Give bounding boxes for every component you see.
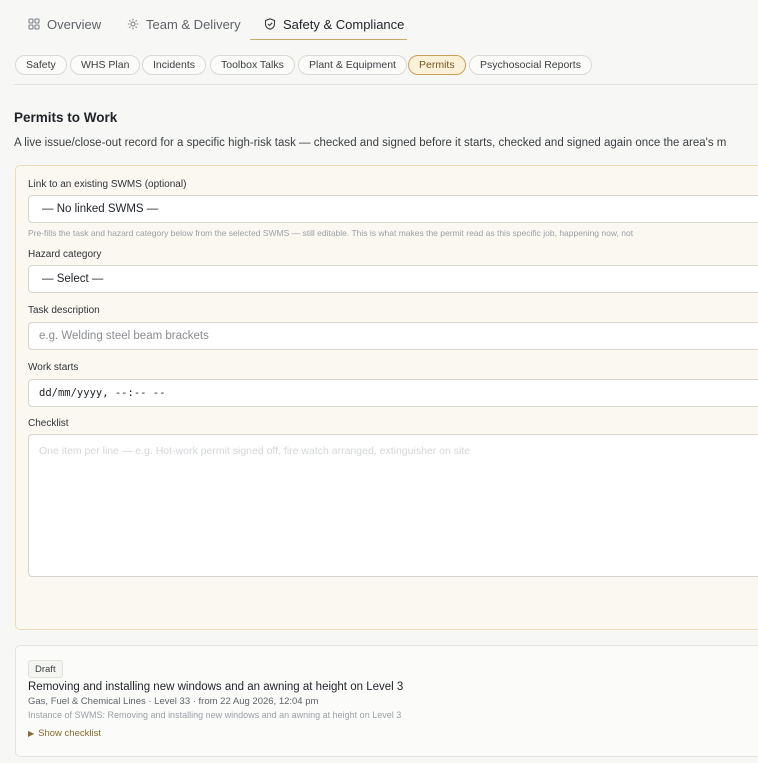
shield-icon: [264, 18, 276, 30]
work-starts-value: dd/mm/yyyy, --:-- --: [39, 387, 166, 399]
swms-hint: Pre-fills the task and hazard category b…: [28, 228, 634, 238]
subtab-safety[interactable]: Safety: [15, 55, 67, 75]
grid-icon: [28, 18, 40, 30]
hazard-category-select[interactable]: — Select —: [28, 265, 758, 293]
show-checklist-toggle[interactable]: ▶ Show checklist: [28, 728, 101, 739]
checklist-placeholder: One item per line — e.g. Hot-work permit…: [39, 445, 471, 457]
divider: [14, 84, 758, 85]
work-starts-input[interactable]: dd/mm/yyyy, --:-- --: [28, 379, 758, 407]
subtab-plant-equipment[interactable]: Plant & Equipment: [298, 55, 407, 75]
swms-select[interactable]: — No linked SWMS —: [28, 195, 758, 223]
task-description-label: Task description: [28, 305, 100, 316]
tab-label: Safety & Compliance: [283, 16, 405, 32]
tab-overview[interactable]: Overview: [28, 9, 101, 39]
work-starts-label: Work starts: [28, 362, 79, 373]
disclosure-triangle-icon: ▶: [28, 729, 35, 738]
subtab-incidents[interactable]: Incidents: [142, 55, 207, 75]
permit-meta: Gas, Fuel & Chemical Lines · Level 33 · …: [28, 696, 319, 707]
swms-label: Link to an existing SWMS (optional): [28, 179, 187, 190]
tab-label: Overview: [47, 16, 102, 32]
page-title: Permits to Work: [14, 110, 118, 125]
subtab-toolbox-talks[interactable]: Toolbox Talks: [210, 55, 295, 75]
permit-swms-instance: Instance of SWMS: Removing and installin…: [28, 710, 402, 720]
page-description: A live issue/close-out record for a spec…: [14, 137, 727, 149]
tab-safety-compliance[interactable]: Safety & Compliance: [264, 9, 404, 39]
subtab-bar: Safety WHS Plan Incidents Toolbox Talks …: [0, 53, 758, 79]
task-description-placeholder: e.g. Welding steel beam brackets: [39, 330, 209, 342]
section-tabs: Overview Team & Delivery Safety & Compli…: [0, 0, 758, 42]
tab-team-delivery[interactable]: Team & Delivery: [127, 9, 241, 39]
swms-select-value: — No linked SWMS —: [42, 203, 159, 215]
status-badge: Draft: [28, 660, 63, 678]
hazard-category-value: — Select —: [42, 273, 104, 285]
task-description-input[interactable]: e.g. Welding steel beam brackets: [28, 322, 758, 350]
active-tab-indicator: [250, 39, 407, 40]
hazard-category-label: Hazard category: [28, 249, 102, 260]
permit-title: Removing and installing new windows and …: [28, 681, 404, 693]
subtab-whs-plan[interactable]: WHS Plan: [70, 55, 141, 75]
checklist-label: Checklist: [28, 418, 69, 429]
subtab-psychosocial-reports[interactable]: Psychosocial Reports: [469, 55, 592, 75]
show-checklist-label: Show checklist: [38, 728, 101, 739]
tab-label: Team & Delivery: [146, 16, 241, 32]
gear-icon: [127, 18, 139, 30]
checklist-textarea[interactable]: One item per line — e.g. Hot-work permit…: [28, 434, 758, 577]
subtab-permits[interactable]: Permits: [408, 55, 466, 75]
